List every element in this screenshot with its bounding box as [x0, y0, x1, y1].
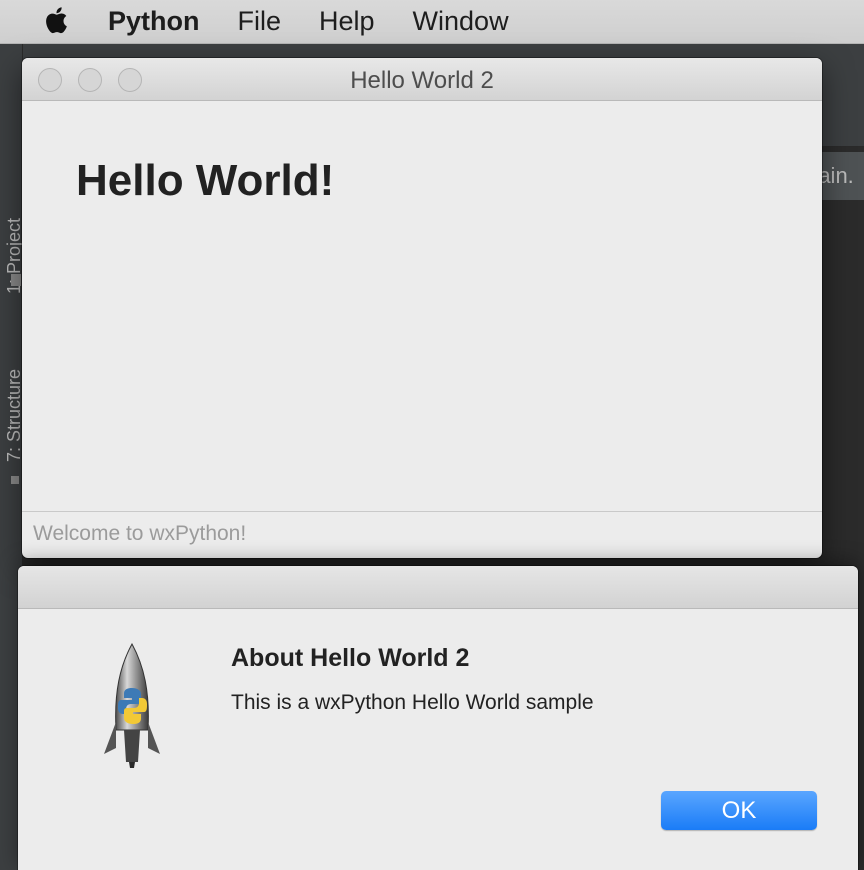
folder-icon [11, 274, 21, 286]
window-title: Hello World 2 [350, 67, 494, 94]
ok-button[interactable]: OK [661, 791, 817, 830]
menu-file[interactable]: File [238, 6, 282, 37]
hello-heading: Hello World! [76, 156, 335, 205]
dialog-titlebar[interactable] [18, 566, 858, 609]
hello-world-window: Hello World 2 Hello World! Welcome to wx… [22, 58, 822, 558]
window-titlebar[interactable]: Hello World 2 [22, 58, 822, 101]
menu-help[interactable]: Help [319, 6, 375, 37]
python-launcher-rocket-icon [104, 642, 160, 768]
status-bar: Welcome to wxPython! [22, 511, 822, 558]
dialog-heading: About Hello World 2 [231, 644, 470, 672]
dialog-message: This is a wxPython Hello World sample [231, 691, 594, 714]
apple-menu-icon[interactable] [42, 5, 68, 35]
menu-app-python[interactable]: Python [108, 6, 200, 37]
structure-icon [11, 476, 19, 484]
menu-window[interactable]: Window [413, 6, 509, 37]
menu-bar: Python File Help Window [0, 0, 864, 44]
about-dialog: About Hello World 2 This is a wxPython H… [18, 566, 858, 870]
